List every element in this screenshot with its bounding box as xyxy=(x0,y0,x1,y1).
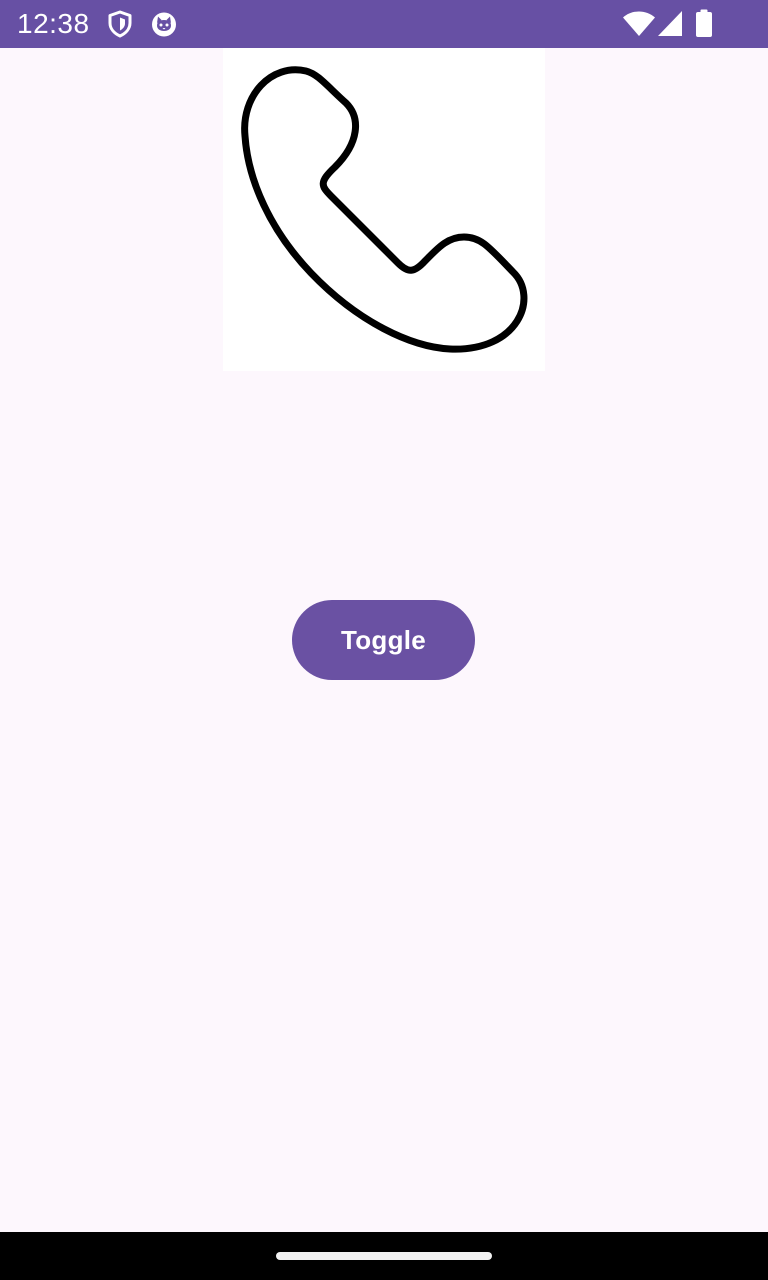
status-time: 12:38 xyxy=(17,8,90,39)
wifi-icon xyxy=(622,9,656,39)
phone-image xyxy=(223,48,545,371)
main-content: Toggle xyxy=(0,48,768,1232)
shield-icon xyxy=(105,9,135,39)
cat-face-icon xyxy=(149,9,179,39)
navigation-bar xyxy=(0,1232,768,1280)
cell-signal-icon xyxy=(657,10,683,37)
home-gesture-handle[interactable] xyxy=(276,1252,492,1260)
status-bar: 12:38 xyxy=(0,0,768,48)
battery-icon xyxy=(694,9,714,39)
toggle-button[interactable]: Toggle xyxy=(292,600,475,680)
phone-handset-icon xyxy=(241,66,528,353)
